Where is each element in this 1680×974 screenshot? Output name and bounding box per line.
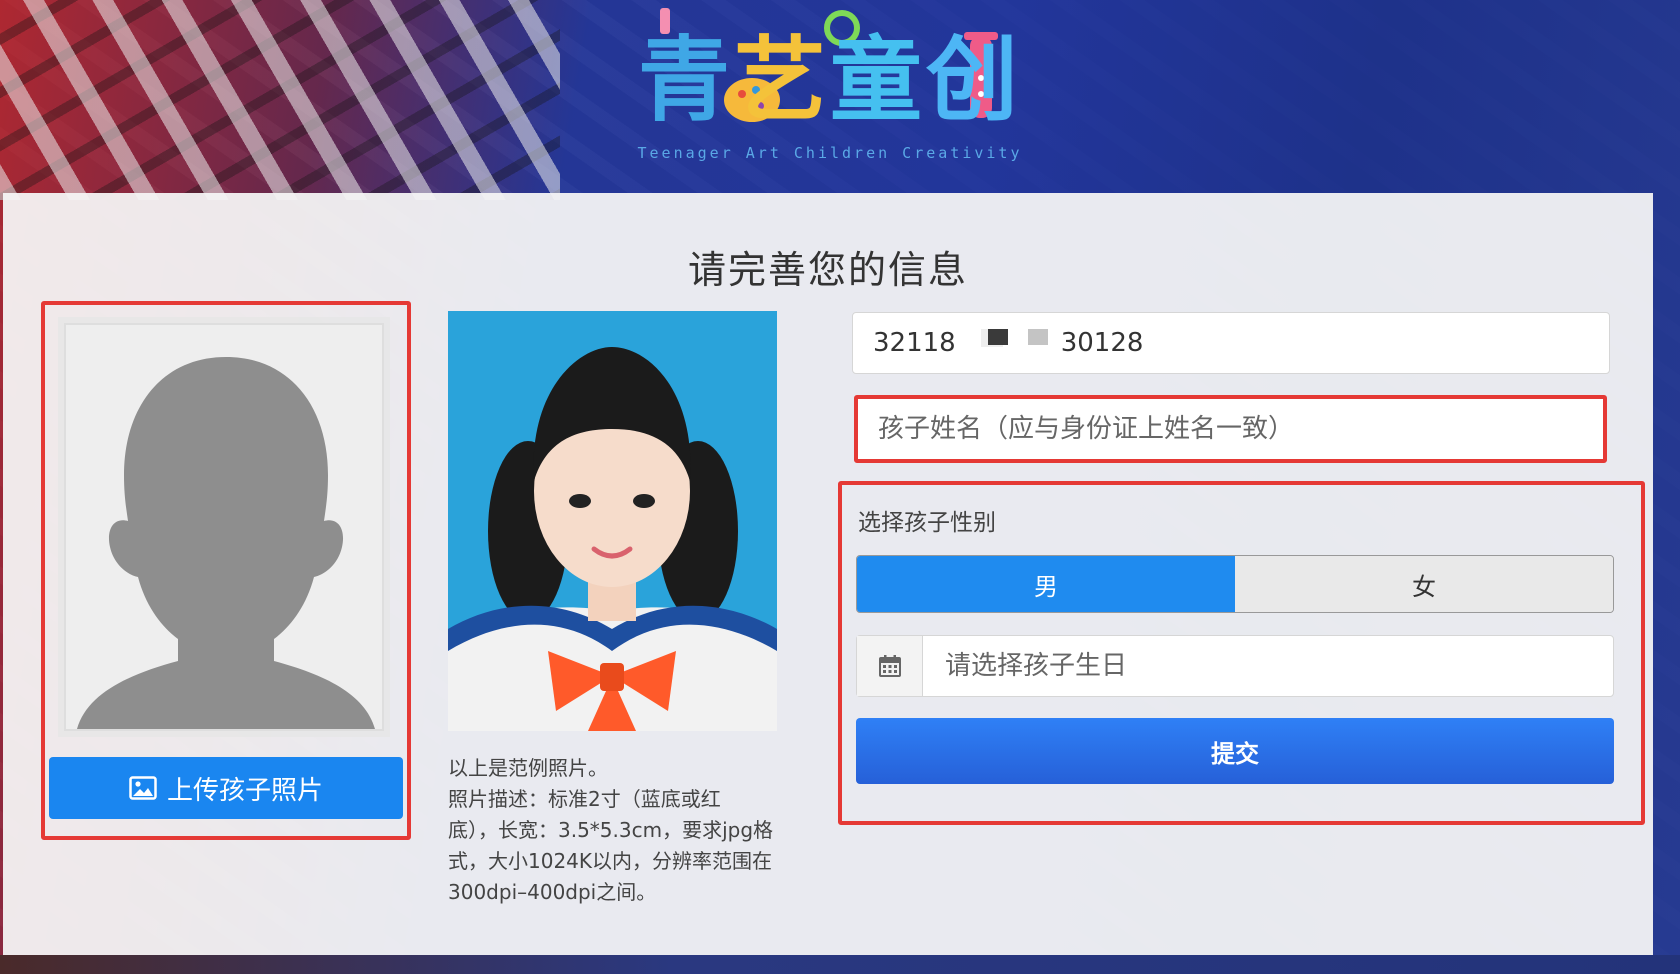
image-icon	[129, 776, 157, 800]
logo-char-3: 童	[830, 27, 927, 134]
id-number-suffix: 30128	[1060, 328, 1144, 358]
birthday-input[interactable]	[923, 636, 1613, 696]
id-mask-block	[1028, 329, 1048, 345]
submit-button[interactable]: 提交	[856, 718, 1614, 784]
child-name-input[interactable]	[858, 399, 1603, 459]
person-silhouette-icon	[77, 357, 375, 729]
photo-description-line: 底），长宽：3.5*5.3cm，要求jpg格	[448, 818, 774, 842]
upload-photo-button[interactable]: 上传孩子照片	[49, 757, 403, 819]
photo-description-line: 以上是范例照片。	[448, 756, 608, 780]
logo-subtitle: Teenager Art Children Creativity	[637, 144, 1023, 162]
gender-toggle: 男 女	[856, 555, 1614, 613]
info-form-card: 请完善您的信息 上传孩子照片 以上是范例照片。 照片描述：标准2寸（蓝底或红 底…	[3, 193, 1653, 955]
background-bottom-strip	[0, 955, 1680, 974]
id-number-prefix: 32118	[873, 328, 956, 358]
sample-photo	[448, 311, 777, 731]
gender-birthday-panel: 选择孩子性别 男 女 提交	[838, 481, 1645, 825]
background-lego-texture	[0, 0, 560, 200]
calendar-icon-glyph	[878, 655, 901, 677]
photo-description: 以上是范例照片。 照片描述：标准2寸（蓝底或红 底），长宽：3.5*5.3cm，…	[448, 753, 808, 908]
birthday-field[interactable]	[856, 635, 1614, 697]
logo-char-4: 创	[926, 27, 1023, 134]
id-number-field[interactable]: 32118 30128	[852, 312, 1610, 374]
id-mask-block	[988, 329, 1008, 345]
avatar-placeholder[interactable]	[64, 323, 384, 731]
gender-option-female[interactable]: 女	[1235, 556, 1613, 612]
logo-title: 青艺童创	[620, 26, 1040, 136]
photo-description-line: 式，大小1024K以内，分辨率范围在	[448, 849, 773, 873]
child-name-highlight	[854, 395, 1607, 463]
logo-char-1: 青	[637, 27, 734, 134]
photo-description-line: 照片描述：标准2寸（蓝底或红	[448, 787, 721, 811]
gender-label: 选择孩子性别	[858, 510, 996, 536]
gender-option-male[interactable]: 男	[857, 556, 1235, 612]
sample-child-portrait	[448, 311, 777, 731]
upload-photo-label: 上传孩子照片	[166, 775, 323, 806]
site-logo: 青艺童创 Teenager Art Children Creativity	[620, 8, 1040, 168]
photo-description-line: 300dpi–400dpi之间。	[448, 880, 657, 904]
logo-char-2: 艺	[733, 27, 830, 134]
calendar-icon[interactable]	[857, 636, 923, 696]
page-title: 请完善您的信息	[687, 248, 968, 292]
photo-upload-panel: 上传孩子照片	[41, 301, 411, 840]
